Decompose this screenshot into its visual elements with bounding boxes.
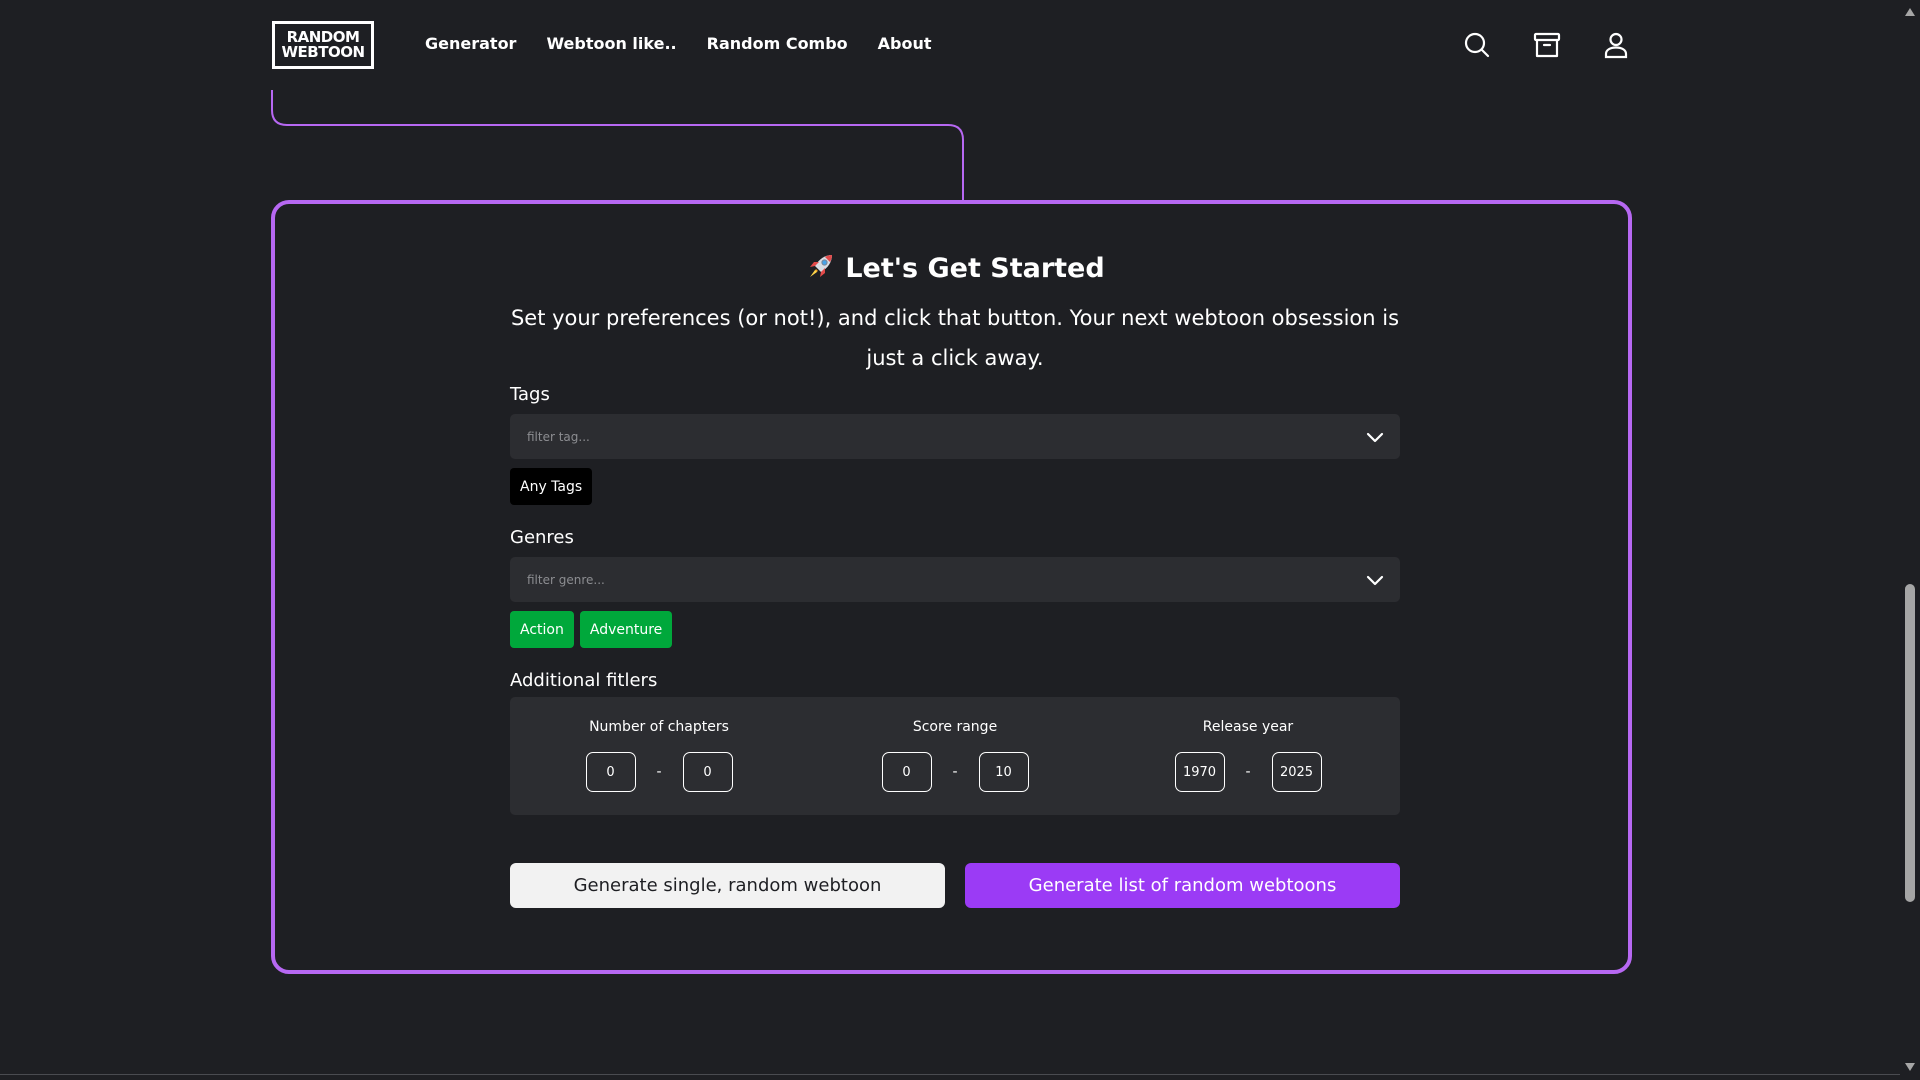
scroll-down-arrow-icon[interactable] [1904,1061,1916,1073]
chevron-down-icon[interactable] [1365,427,1385,447]
nav-webtoon-like[interactable]: Webtoon like.. [546,34,676,53]
score-max-input[interactable] [978,752,1029,792]
user-icon[interactable] [1601,30,1631,60]
range-separator: - [1245,764,1251,780]
tags-filter-input[interactable] [525,428,1365,445]
generator-card: Let's Get Started Set your preferences (… [271,200,1632,974]
score-filter: Score range - [855,719,1055,792]
tag-chip-any[interactable]: Any Tags [510,468,593,505]
genres-label: Genres [510,527,574,548]
selected-genres: Action Adventure [510,611,673,648]
genres-select[interactable] [510,557,1400,602]
main-nav: Generator Webtoon like.. Random Combo Ab… [425,34,932,53]
chapters-filter: Number of chapters - [559,719,759,792]
additional-filters-label: Additional fitlers [510,670,658,691]
nav-generator[interactable]: Generator [425,34,516,53]
scroll-up-arrow-icon[interactable] [1904,6,1916,18]
card-title: Let's Get Started [845,253,1105,284]
additional-filters-panel: Number of chapters - Score range - Relea… [510,697,1400,815]
chapters-label: Number of chapters [589,719,729,735]
generate-single-button[interactable]: Generate single, random webtoon [510,863,945,908]
archive-icon[interactable] [1532,30,1562,60]
tags-select[interactable] [510,414,1400,459]
genres-filter-input[interactable] [525,571,1365,588]
card-heading: Let's Get Started [510,250,1400,284]
chevron-down-icon[interactable] [1365,570,1385,590]
generate-list-button[interactable]: Generate list of random webtoons [965,863,1400,908]
chapters-min-input[interactable] [585,752,636,792]
year-min-input[interactable] [1174,752,1225,792]
section-connector-line [271,90,964,202]
page-scrollbar[interactable] [1900,0,1920,1080]
search-icon[interactable] [1462,30,1492,60]
page-bottom-divider [0,1074,1900,1075]
tags-label: Tags [510,384,550,405]
score-label: Score range [912,719,998,735]
year-max-input[interactable] [1271,752,1322,792]
selected-tags: Any Tags [510,468,593,505]
chapters-max-input[interactable] [682,752,733,792]
logo-line-2: WEBTOON [281,43,365,61]
scrollbar-thumb[interactable] [1905,584,1915,902]
genre-chip-adventure[interactable]: Adventure [579,611,673,648]
top-navbar: RANDOM WEBTOON Generator Webtoon like.. … [0,0,1900,90]
range-separator: - [656,764,662,780]
site-logo[interactable]: RANDOM WEBTOON [272,21,374,69]
range-separator: - [952,764,958,780]
card-description: Set your preferences (or not!), and clic… [510,306,1400,370]
nav-about[interactable]: About [878,34,932,53]
year-filter: Release year - [1148,719,1348,792]
score-min-input[interactable] [881,752,932,792]
genre-chip-action[interactable]: Action [510,611,574,648]
nav-random-combo[interactable]: Random Combo [707,34,848,53]
year-label: Release year [1202,719,1294,735]
rocket-icon [805,250,837,282]
